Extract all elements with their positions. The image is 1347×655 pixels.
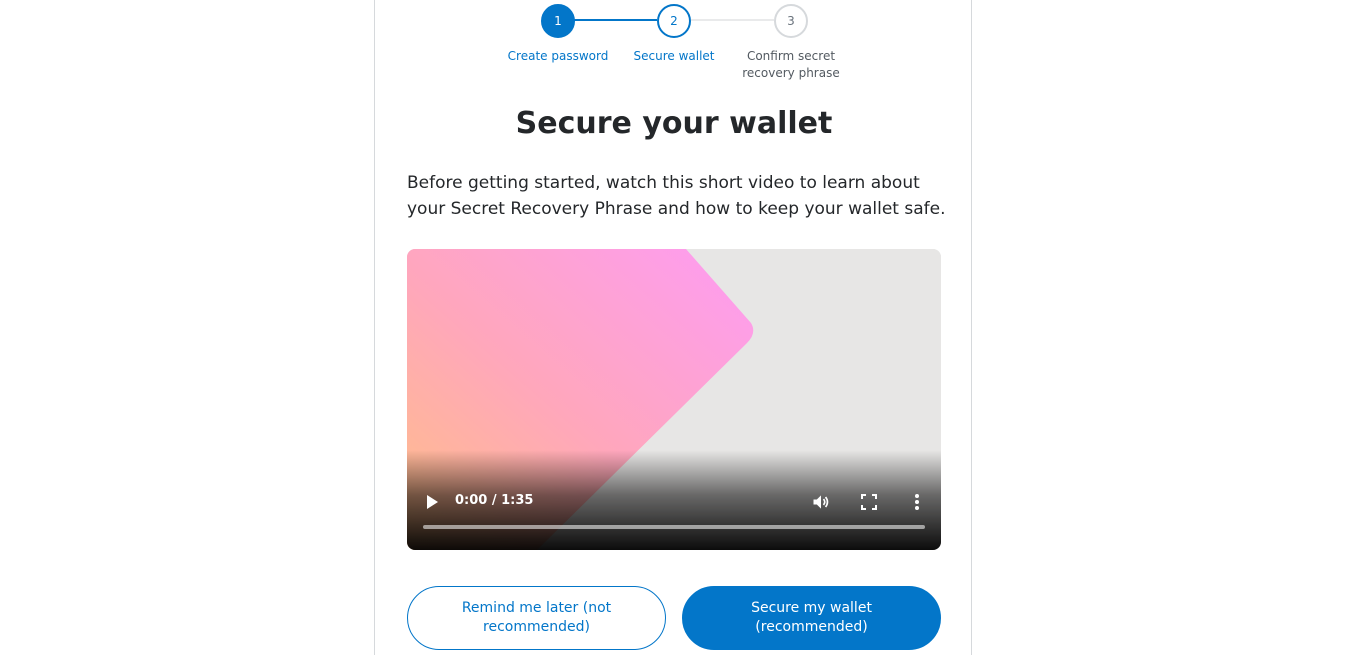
volume-button[interactable] xyxy=(809,490,833,514)
more-vertical-icon xyxy=(915,494,919,510)
onboarding-panel: 1 2 3 Create password Secure wallet Conf… xyxy=(374,0,972,655)
step-1-circle: 1 xyxy=(541,4,575,38)
secure-my-wallet-button[interactable]: Secure my wallet (recommended) xyxy=(682,586,941,650)
page-title: Secure your wallet xyxy=(515,106,833,141)
fullscreen-button[interactable] xyxy=(857,490,881,514)
fullscreen-icon xyxy=(861,494,877,510)
stepper-connector-pending xyxy=(691,19,774,21)
step-1-label: Create password xyxy=(507,49,609,63)
step-3-circle: 3 xyxy=(774,4,808,38)
remind-me-later-button[interactable]: Remind me later (not recommended) xyxy=(407,586,666,650)
play-icon xyxy=(427,495,438,509)
step-3-label: Confirm secret recovery phrase xyxy=(742,49,840,80)
step-2-label: Secure wallet xyxy=(633,49,715,63)
onboarding-stepper: 1 2 3 Create password Secure wallet Conf… xyxy=(375,0,973,90)
step-2-circle: 2 xyxy=(657,4,691,38)
video-time: 0:00 / 1:35 xyxy=(455,493,534,508)
video-player[interactable]: 0:00 / 1:35 xyxy=(407,249,941,550)
volume-icon xyxy=(813,495,829,509)
play-button[interactable] xyxy=(421,491,443,513)
more-options-button[interactable] xyxy=(905,490,929,514)
video-progress-bar[interactable] xyxy=(423,525,925,529)
page-description: Before getting started, watch this short… xyxy=(407,173,946,219)
